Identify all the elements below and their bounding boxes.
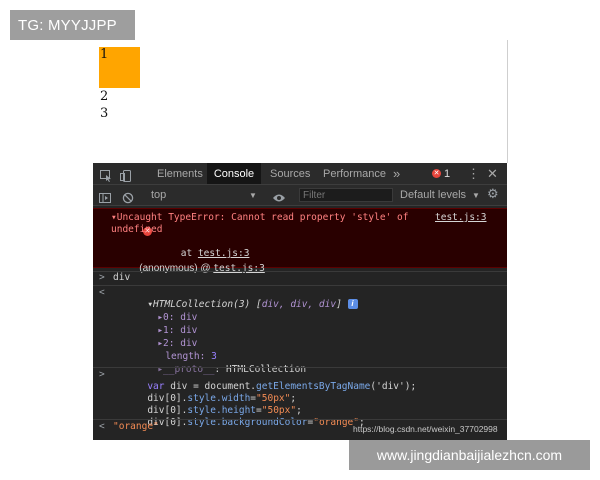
log-levels-select[interactable]: Default levels ▼ [400,185,480,205]
input-prompt-icon: > [99,272,105,283]
stack-frame-anonymous: (anonymous) @ test.js:3 [117,251,265,287]
more-tabs-button[interactable]: » [393,163,400,184]
tab-elements[interactable]: Elements [157,163,203,184]
output-prompt-icon: < [99,287,105,298]
stack-anon-prefix: (anonymous) @ [139,263,214,274]
error-source-link[interactable]: test.js:3 [435,212,486,224]
error-icon: ✕ [432,169,441,178]
error-count-badge[interactable]: ✕ 1 [432,163,450,184]
console-divider [93,419,507,420]
list-item: 1 [100,47,109,62]
device-toolbar-icon[interactable] [120,167,132,182]
watermark-label: www.jingdianbaijialezhcn.com [349,440,590,470]
tab-performance[interactable]: Performance [323,163,386,184]
close-devtools-icon[interactable]: ✕ [487,163,498,184]
kebab-menu-icon[interactable]: ⋮ [467,163,480,184]
console-divider [93,285,507,286]
page-divider [507,40,508,163]
log-levels-label: Default levels [400,189,467,201]
tag-label: TG: MYYJJPP [10,10,135,40]
output-prompt-icon: < [99,421,105,432]
console-filterbar: top ▼ Filter Default levels ▼ ⚙ [93,185,507,206]
collection-preview: div, div, div [261,299,337,310]
console-divider [93,271,507,272]
console-divider [93,367,507,368]
csdn-credit: https://blog.csdn.net/weixin_37702998 [353,424,498,434]
console-output-2: "orange" [113,421,159,432]
console-input-1[interactable]: div [113,272,130,284]
inspect-element-icon[interactable] [100,167,112,182]
info-badge-icon[interactable]: i [347,299,358,309]
list-item: 2 [100,89,109,104]
error-text-line1[interactable]: ▾Uncaught TypeError: Cannot read propert… [111,212,408,224]
list-item: 3 [100,106,109,121]
context-dropdown-icon[interactable]: ▼ [249,185,257,205]
collection-tail: ] [336,299,342,310]
clear-console-icon[interactable] [122,189,134,204]
stack-anon-link[interactable]: test.js:3 [213,263,264,274]
context-select[interactable]: top [151,185,166,205]
error-text-line2: undefined [111,224,163,235]
tab-sources[interactable]: Sources [270,163,310,184]
devtools-panel: Elements Console Sources Performance » ✕… [93,163,507,440]
code-text: ('div'); [370,381,417,392]
console-output: ✕ ▾Uncaught TypeError: Cannot read prope… [93,206,507,440]
tab-console[interactable]: Console [207,163,261,184]
input-prompt-icon: > [99,369,105,380]
settings-gear-icon[interactable]: ⚙ [487,188,499,201]
devtools-tabbar: Elements Console Sources Performance » ✕… [93,163,507,185]
error-message: ✕ ▾Uncaught TypeError: Cannot read prope… [93,208,507,274]
console-sidebar-icon[interactable] [99,189,111,203]
eye-icon[interactable] [272,189,285,202]
error-count: 1 [444,167,451,180]
filter-input[interactable]: Filter [299,188,393,202]
levels-dropdown-icon: ▼ [472,190,480,200]
